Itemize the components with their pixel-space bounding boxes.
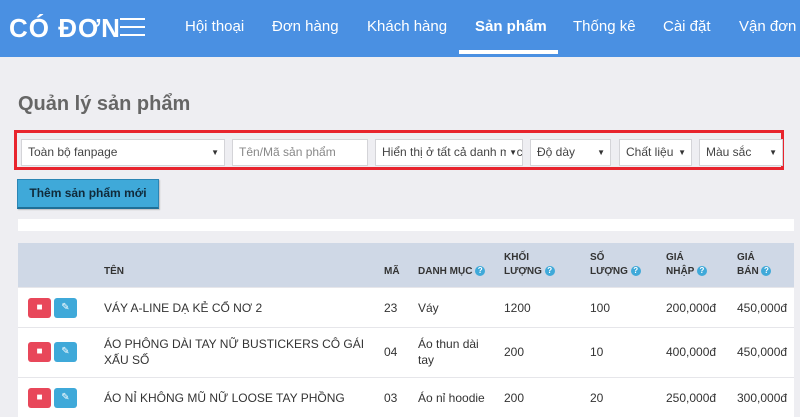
product-price: 450,000đ [737, 301, 788, 315]
header-name: Tên [104, 266, 124, 277]
product-quantity: 20 [590, 391, 604, 405]
nav-conversations[interactable]: Hội thoại [185, 18, 244, 35]
category-select[interactable]: Hiển thị ở tất cả danh mục ▼ [375, 139, 523, 166]
trash-icon: ■ [36, 346, 43, 357]
category-select-value: Hiển thị ở tất cả danh mục [382, 145, 523, 159]
product-name: ÁO PHÔNG DÀI TAY NỮ BUSTICKERS CÔ GÁI XẤ… [104, 337, 365, 367]
trash-icon: ■ [36, 392, 43, 403]
product-price: 300,000đ [737, 391, 788, 405]
product-category: Áo nỉ hoodie [418, 391, 485, 405]
product-weight: 200 [504, 391, 525, 405]
material-select[interactable]: Chất liệu ▼ [619, 139, 692, 166]
product-search-input[interactable]: Tên/Mã sản phẩm [232, 139, 368, 166]
product-cost: 400,000đ [666, 345, 717, 359]
active-tab-indicator [459, 50, 558, 54]
table-row: ■ ✎ ÁO PHÔNG DÀI TAY NỮ BUSTICKERS CÔ GÁ… [18, 327, 794, 377]
nav-shipping[interactable]: Vận đơn [739, 18, 796, 35]
pencil-icon: ✎ [61, 392, 70, 403]
edit-button[interactable]: ✎ [54, 298, 77, 318]
chevron-down-icon: ▼ [211, 148, 219, 157]
top-navbar: CÓ ĐƠN Hội thoại Đơn hàng Khách hàng Sản… [0, 0, 800, 57]
pencil-icon: ✎ [61, 346, 70, 357]
chevron-down-icon: ▼ [506, 140, 517, 165]
delete-button[interactable]: ■ [28, 388, 51, 408]
product-code: 03 [384, 391, 398, 405]
help-icon[interactable]: ? [696, 266, 707, 277]
table-row: ■ ✎ ÁO NỈ KHÔNG MŨ NỮ LOOSE TAY PHỒNG 03… [18, 377, 794, 417]
product-category: Áo thun dài tay [418, 337, 479, 367]
nav-products[interactable]: Sản phẩm [475, 18, 547, 35]
nav-settings[interactable]: Cài đặt [663, 18, 711, 35]
help-icon[interactable]: ? [544, 266, 555, 277]
product-quantity: 10 [590, 345, 604, 359]
chevron-down-icon: ▼ [769, 148, 777, 157]
help-icon[interactable]: ? [475, 266, 486, 277]
fanpage-select[interactable]: Toàn bộ fanpage ▼ [21, 139, 225, 166]
delete-button[interactable]: ■ [28, 298, 51, 318]
header-cost-price: Giá nhập ? [666, 251, 707, 279]
material-select-value: Chất liệu [626, 145, 674, 159]
spacer-panel [18, 219, 794, 231]
header-quantity: Số lượng ? [590, 251, 641, 279]
page-title: Quản lý sản phẩm [18, 93, 191, 115]
thickness-select[interactable]: Độ dày ▼ [530, 139, 611, 166]
delete-button[interactable]: ■ [28, 342, 51, 362]
thickness-select-value: Độ dày [537, 145, 576, 159]
product-cost: 250,000đ [666, 391, 717, 405]
header-sale-price: Giá bán ? [737, 251, 772, 279]
product-category: Váy [418, 301, 439, 315]
product-cost: 200,000đ [666, 301, 717, 315]
header-code: Mã [384, 266, 400, 277]
help-icon[interactable]: ? [761, 266, 772, 277]
add-product-button[interactable]: Thêm sản phẩm mới [17, 179, 159, 209]
edit-button[interactable]: ✎ [54, 342, 77, 362]
product-weight: 200 [504, 345, 525, 359]
help-icon[interactable]: ? [630, 266, 641, 277]
header-weight: Khối lượng ? [504, 251, 555, 279]
color-select-value: Màu sắc [706, 145, 752, 159]
edit-button[interactable]: ✎ [54, 388, 77, 408]
pencil-icon: ✎ [61, 302, 70, 313]
chevron-down-icon: ▼ [597, 148, 605, 157]
product-weight: 1200 [504, 301, 531, 315]
nav-statistics[interactable]: Thống kê [573, 18, 636, 35]
products-table: Tên Mã Danh mục ? Khối lượng ? Số lượng ? … [18, 243, 794, 417]
fanpage-select-value: Toàn bộ fanpage [28, 145, 118, 159]
brand-logo[interactable]: CÓ ĐƠN [9, 13, 121, 44]
product-quantity: 100 [590, 301, 611, 315]
filter-bar: Toàn bộ fanpage ▼ Tên/Mã sản phẩm Hiển t… [14, 130, 784, 170]
menu-icon[interactable] [120, 18, 145, 36]
table-header: Tên Mã Danh mục ? Khối lượng ? Số lượng ? … [18, 243, 794, 287]
product-name: VÁY A-LINE DẠ KẺ CỔ NƠ 2 [104, 301, 263, 315]
chevron-down-icon: ▼ [676, 140, 686, 165]
nav-orders[interactable]: Đơn hàng [272, 18, 339, 35]
nav-customers[interactable]: Khách hàng [367, 18, 447, 35]
table-row: ■ ✎ VÁY A-LINE DẠ KẺ CỔ NƠ 2 23 Váy 1200… [18, 287, 794, 327]
trash-icon: ■ [36, 302, 43, 313]
product-code: 04 [384, 345, 398, 359]
color-select[interactable]: Màu sắc ▼ [699, 139, 783, 166]
product-price: 450,000đ [737, 345, 788, 359]
product-name: ÁO NỈ KHÔNG MŨ NỮ LOOSE TAY PHỒNG [104, 391, 345, 405]
product-code: 23 [384, 301, 398, 315]
header-category: Danh mục ? [418, 265, 486, 279]
